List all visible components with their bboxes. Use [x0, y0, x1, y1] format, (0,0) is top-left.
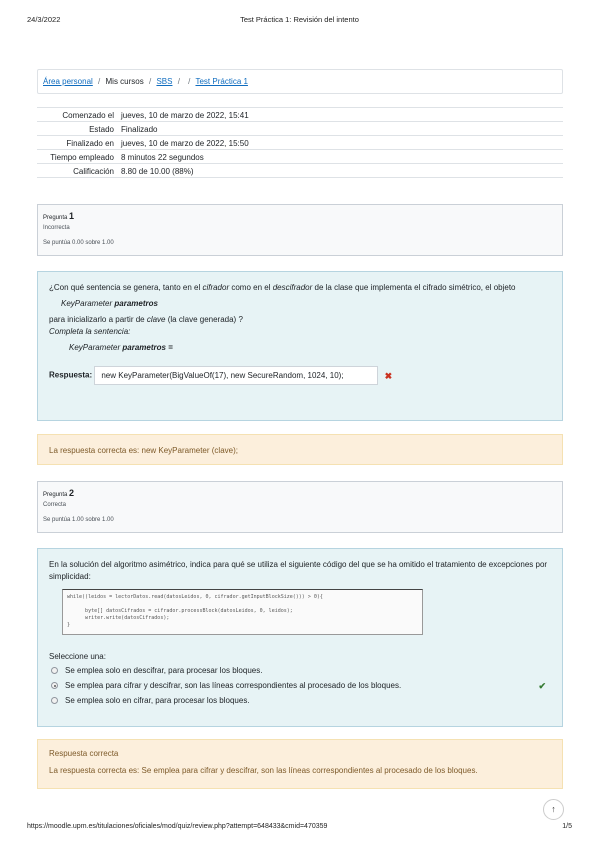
answer-option-3[interactable]: Se emplea solo en cifrar, para procesar … — [49, 693, 551, 708]
question-2-content: En la solución del algoritmo asimétrico,… — [37, 548, 563, 727]
question-2-feedback: Respuesta correcta La respuesta correcta… — [37, 739, 563, 789]
feedback-title: Respuesta correcta — [49, 749, 119, 758]
summary-label: Finalizado en — [66, 139, 114, 148]
attempt-summary-table: Comenzado el jueves, 10 de marzo de 2022… — [37, 107, 563, 178]
summary-value: jueves, 10 de marzo de 2022, 15:50 — [121, 139, 249, 148]
breadcrumb-separator: / — [188, 77, 191, 86]
question-1-content: ¿Con qué sentencia se genera, tanto en e… — [37, 271, 563, 421]
radio-button-selected[interactable] — [51, 682, 58, 689]
correct-answer-text: La respuesta correcta es: new KeyParamet… — [49, 446, 238, 455]
summary-label: Estado — [89, 125, 114, 134]
summary-label: Calificación — [73, 167, 114, 176]
answer-option-1[interactable]: Se emplea solo en descifrar, para proces… — [49, 663, 551, 678]
question-code-line-2: KeyParameter parametros = — [69, 343, 173, 352]
summary-row-state: Estado Finalizado — [37, 121, 563, 135]
question-grade: Se puntúa 0.00 sobre 1.00 — [43, 240, 114, 246]
question-1-feedback: La respuesta correcta es: new KeyParamet… — [37, 434, 563, 465]
print-page-number: 1/5 — [562, 823, 572, 830]
question-state: Incorrecta — [43, 225, 70, 231]
radio-button[interactable] — [51, 697, 58, 704]
summary-row-grade: Calificación 8.80 de 10.00 (88%) — [37, 163, 563, 178]
summary-row-finished: Finalizado en jueves, 10 de marzo de 202… — [37, 135, 563, 149]
breadcrumb-item-quiz[interactable]: Test Práctica 1 — [195, 77, 247, 86]
answer-row: Respuesta: new KeyParameter(BigValueOf(1… — [49, 366, 551, 385]
question-number: Pregunta 1 — [43, 211, 75, 221]
code-image: while((leidos = lectorDatos.read(datosLe… — [62, 589, 423, 635]
breadcrumb-item-course[interactable]: SBS — [156, 77, 172, 86]
scroll-to-top-button[interactable]: ↑ — [543, 799, 564, 820]
breadcrumb: Área personal / Mis cursos / SBS / / Tes… — [37, 69, 563, 94]
summary-row-time: Tiempo empleado 8 minutos 22 segundos — [37, 149, 563, 163]
question-text: En la solución del algoritmo asimétrico,… — [49, 560, 548, 581]
question-text-2: para inicializarlo a partir de clave (la… — [49, 315, 243, 324]
select-label: Seleccione una: — [49, 652, 106, 661]
summary-value: 8 minutos 22 segundos — [121, 153, 204, 162]
summary-label: Comenzado el — [62, 111, 114, 120]
radio-button[interactable] — [51, 667, 58, 674]
question-2-info: Pregunta 2 Correcta Se puntúa 1.00 sobre… — [37, 481, 563, 533]
arrow-up-icon: ↑ — [551, 804, 556, 814]
summary-value: jueves, 10 de marzo de 2022, 15:41 — [121, 111, 249, 120]
option-label: Se emplea para cifrar y descifrar, son l… — [65, 680, 402, 690]
breadcrumb-separator: / — [177, 77, 180, 86]
summary-value: 8.80 de 10.00 (88%) — [121, 167, 194, 176]
answer-option-2[interactable]: Se emplea para cifrar y descifrar, son l… — [49, 678, 551, 693]
question-state: Correcta — [43, 502, 67, 508]
question-number: Pregunta 2 — [43, 488, 75, 498]
print-title: Test Práctica 1: Revisión del intento — [240, 15, 359, 24]
question-1-info: Pregunta 1 Incorrecta Se puntúa 0.00 sob… — [37, 204, 563, 256]
breadcrumb-separator: / — [148, 77, 152, 86]
answer-input[interactable]: new KeyParameter(BigValueOf(17), new Sec… — [94, 366, 379, 385]
breadcrumb-item-area-personal[interactable]: Área personal — [43, 77, 93, 86]
option-label: Se emplea solo en descifrar, para proces… — [65, 665, 263, 675]
question-grade: Se puntúa 1.00 sobre 1.00 — [43, 517, 114, 523]
breadcrumb-separator: / — [98, 77, 101, 86]
complete-instruction: Completa la sentencia: — [49, 327, 131, 336]
breadcrumb-item-mis-cursos: Mis cursos — [105, 77, 144, 86]
correct-icon: ✔ — [538, 680, 546, 691]
question-text: ¿Con qué sentencia se genera, tanto en e… — [49, 283, 516, 292]
correct-answer-text: La respuesta correcta es: Se emplea para… — [49, 766, 478, 775]
summary-row-started: Comenzado el jueves, 10 de marzo de 2022… — [37, 107, 563, 121]
print-url: https://moodle.upm.es/titulaciones/ofici… — [27, 823, 328, 830]
question-code-line: KeyParameter parametros — [61, 299, 158, 308]
summary-label: Tiempo empleado — [50, 153, 114, 162]
print-header: 24/3/2022 Test Práctica 1: Revisión del … — [27, 15, 572, 27]
summary-value: Finalizado — [121, 125, 158, 134]
answer-label: Respuesta: — [49, 370, 93, 380]
option-label: Se emplea solo en cifrar, para procesar … — [65, 695, 250, 705]
incorrect-icon: ✖ — [384, 370, 393, 381]
